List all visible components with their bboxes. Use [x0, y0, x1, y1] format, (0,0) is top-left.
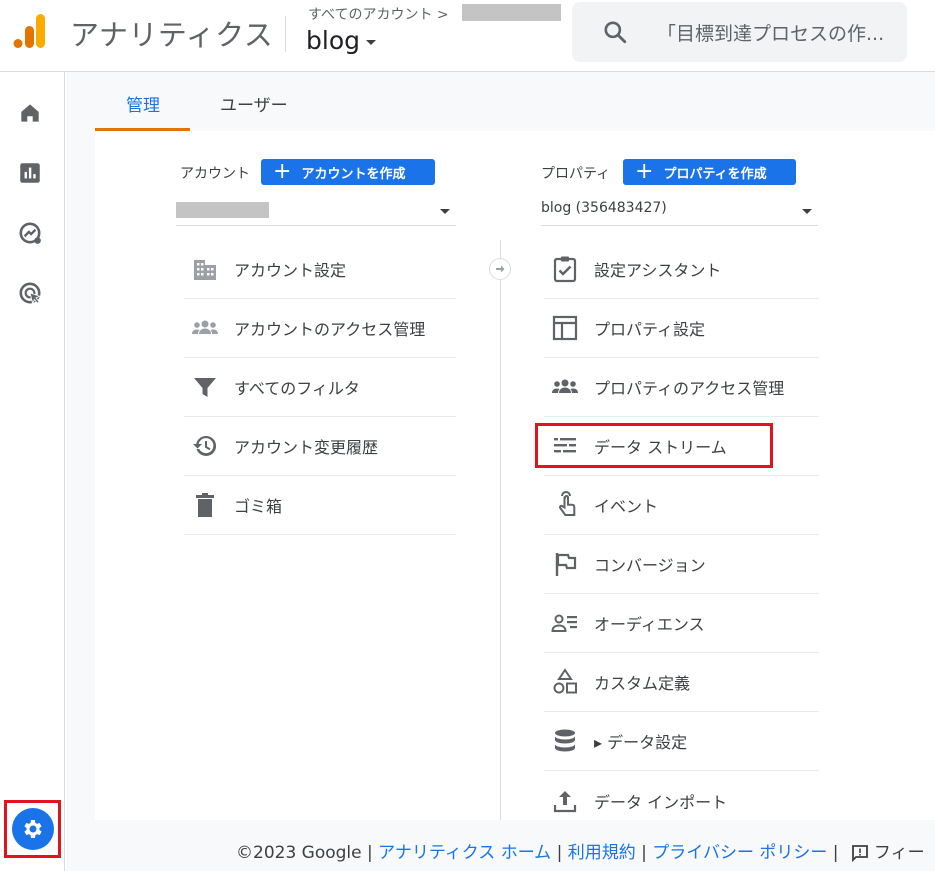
account-selector[interactable]: [176, 200, 456, 226]
conversions-item[interactable]: コンバージョン: [544, 535, 819, 594]
events-item[interactable]: イベント: [544, 476, 819, 535]
item-label: イベント: [594, 497, 659, 516]
layout-icon: [552, 315, 578, 341]
upload-icon: [553, 790, 577, 812]
item-label: コンバージョン: [594, 556, 706, 575]
history-icon: [193, 435, 217, 456]
advertising-icon[interactable]: [17, 280, 43, 306]
filter-icon: [194, 378, 216, 397]
property-selector-dropdown[interactable]: blog (356483427): [541, 200, 818, 226]
item-label: アカウントのアクセス管理: [234, 320, 426, 339]
tab-admin[interactable]: 管理: [126, 91, 160, 116]
create-property-label: プロパティを作成: [663, 166, 767, 182]
reports-icon[interactable]: [17, 160, 43, 186]
arrow-right-icon: [489, 258, 511, 280]
footer: ©2023 Google | アナリティクス ホーム | 利用規約 | プライバ…: [236, 838, 925, 863]
column-divider: [500, 240, 501, 820]
account-access-item[interactable]: アカウントのアクセス管理: [184, 299, 456, 358]
app-title: アナリティクス: [70, 18, 274, 52]
chevron-down-icon: [365, 39, 376, 45]
active-tab-indicator: [95, 128, 190, 131]
item-label: アカウント変更履歴: [234, 438, 379, 457]
feedback-link[interactable]: フィー: [874, 843, 925, 863]
all-filters-item[interactable]: すべてのフィルタ: [184, 358, 456, 417]
admin-gear-button[interactable]: [12, 808, 54, 850]
account-settings-item[interactable]: アカウント設定: [184, 240, 456, 299]
data-settings-item[interactable]: ▸ データ設定: [544, 712, 819, 771]
item-label: プロパティ設定: [594, 320, 706, 339]
plus-icon: +: [635, 159, 654, 184]
footer-separator: |: [641, 843, 647, 863]
item-label: ▸ データ設定: [594, 733, 688, 752]
property-column-label: プロパティ: [541, 166, 611, 182]
footer-separator: |: [832, 843, 839, 863]
redacted-account-name: [462, 4, 561, 21]
touch-icon: [559, 491, 576, 516]
audience-icon: [551, 614, 577, 632]
property-selector[interactable]: blog: [306, 26, 376, 55]
feedback-icon[interactable]: [850, 843, 870, 863]
trash-item[interactable]: ゴミ箱: [184, 476, 456, 535]
setup-assistant-item[interactable]: 設定アシスタント: [544, 240, 819, 299]
database-icon: [555, 729, 575, 752]
search-bar[interactable]: 「目標到達プロセスの作...: [572, 2, 907, 62]
data-import-item[interactable]: データ インポート: [544, 771, 819, 830]
flag-icon: [555, 553, 577, 576]
left-nav-rail: [0, 72, 65, 871]
people-icon: [552, 379, 578, 393]
item-label: プロパティのアクセス管理: [594, 379, 785, 398]
item-label: ゴミ箱: [234, 497, 283, 516]
trash-icon: [196, 493, 214, 517]
clipboard-check-icon: [553, 256, 577, 283]
people-icon: [192, 320, 218, 334]
item-label: オーディエンス: [594, 615, 705, 634]
breadcrumb[interactable]: すべてのアカウント >: [308, 4, 449, 24]
item-label: 設定アシスタント: [594, 261, 722, 280]
create-account-label: アカウントを作成: [301, 166, 406, 182]
custom-definitions-item[interactable]: カスタム定義: [544, 653, 819, 712]
create-account-button[interactable]: + アカウントを作成: [261, 159, 435, 185]
account-change-history-item[interactable]: アカウント変更履歴: [184, 417, 456, 476]
tab-user[interactable]: ユーザー: [220, 91, 288, 116]
analytics-home-link[interactable]: アナリティクス ホーム: [378, 843, 551, 863]
plus-icon: +: [273, 159, 292, 184]
copyright-text: ©2023 Google |: [236, 843, 373, 863]
item-label: すべてのフィルタ: [234, 379, 360, 398]
property-selected-value: blog (356483427): [541, 200, 667, 216]
building-icon: [194, 260, 216, 280]
explore-icon[interactable]: [17, 220, 43, 246]
gear-icon: [24, 820, 42, 838]
chevron-down-icon: [802, 209, 812, 214]
create-property-button[interactable]: + プロパティを作成: [623, 159, 796, 185]
privacy-policy-link[interactable]: プライバシー ポリシー: [652, 843, 827, 863]
terms-link[interactable]: 利用規約: [568, 843, 636, 863]
shapes-icon: [553, 668, 577, 694]
redacted-account-value: [176, 202, 269, 218]
audiences-item[interactable]: オーディエンス: [544, 594, 819, 653]
item-label: データ インポート: [594, 792, 728, 812]
property-settings-item[interactable]: プロパティ設定: [544, 299, 819, 358]
item-label: アカウント設定: [234, 261, 347, 280]
item-label: カスタム定義: [594, 674, 691, 693]
search-icon: [604, 21, 627, 44]
footer-separator: |: [556, 843, 563, 863]
top-header: アナリティクス すべてのアカウント > blog 「目標到達プロセスの作...: [0, 0, 935, 72]
home-icon[interactable]: [17, 100, 43, 126]
property-name: blog: [306, 26, 360, 55]
data-streams-highlight: [535, 423, 773, 468]
chevron-down-icon: [440, 209, 450, 214]
admin-gear-highlight: [4, 800, 61, 858]
analytics-logo-icon[interactable]: [12, 14, 48, 50]
header-divider: [285, 16, 286, 52]
search-input[interactable]: 「目標到達プロセスの作...: [657, 19, 902, 46]
account-column-label: アカウント: [180, 166, 250, 182]
property-access-item[interactable]: プロパティのアクセス管理: [544, 358, 819, 417]
